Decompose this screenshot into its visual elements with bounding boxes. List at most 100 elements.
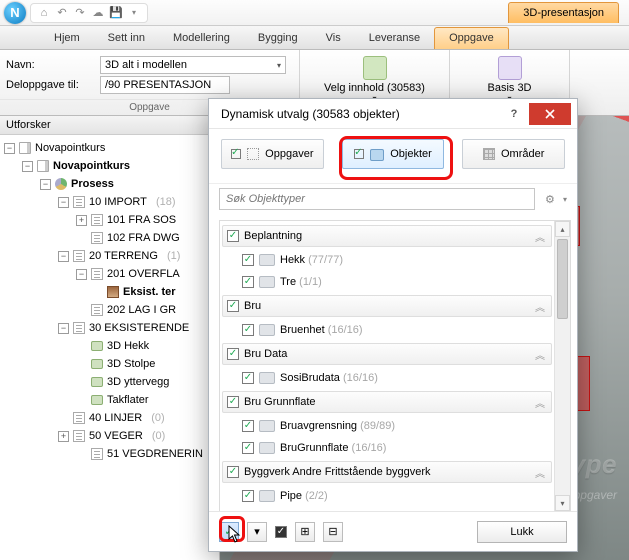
chevron-up-icon[interactable]: ︽: [533, 347, 547, 362]
collapse-icon[interactable]: −: [58, 197, 69, 208]
tab-bygging[interactable]: Bygging: [244, 28, 312, 49]
scroll-up-button[interactable]: ▴: [555, 221, 570, 237]
filled-checkbox[interactable]: ✓: [275, 526, 287, 538]
collapse-icon[interactable]: −: [22, 161, 33, 172]
list-scroll-area[interactable]: ✓ Beplantning ︽ ✓ Hekk (77/77) ✓ Tre (1/…: [220, 221, 554, 511]
checkbox[interactable]: ✓: [242, 324, 254, 336]
checkbox[interactable]: ✓: [242, 276, 254, 288]
chevron-up-icon[interactable]: ︽: [533, 395, 547, 410]
expand-icon[interactable]: +: [76, 215, 87, 226]
tree-20-terreng[interactable]: 20 TERRENG: [89, 247, 158, 265]
subtask-field[interactable]: /90 PRESENTASJON: [100, 76, 230, 94]
checkbox[interactable]: ✓: [227, 300, 239, 312]
tree-202[interactable]: 202 LAG I GR: [107, 301, 176, 319]
chevron-up-icon[interactable]: ︽: [533, 299, 547, 314]
tab-modellering[interactable]: Modellering: [159, 28, 244, 49]
collapse-icon[interactable]: −: [76, 269, 87, 280]
tree-root[interactable]: Novapointkurs: [35, 139, 105, 157]
item-bruenhet[interactable]: ✓ Bruenhet (16/16): [222, 319, 552, 341]
help-button[interactable]: ?: [503, 108, 525, 120]
chevron-up-icon[interactable]: ︽: [533, 465, 547, 480]
expand-icon[interactable]: +: [58, 431, 69, 442]
tab-leveranse[interactable]: Leveranse: [355, 28, 434, 49]
item-tre[interactable]: ✓ Tre (1/1): [222, 271, 552, 293]
tree-3d-yttervegg[interactable]: 3D yttervegg: [107, 373, 169, 391]
tree-30-eksisterende[interactable]: 30 EKSISTERENDE: [89, 319, 189, 337]
collapse-all-button[interactable]: ⊟: [323, 522, 343, 542]
tree-101[interactable]: 101 FRA SOS: [107, 211, 176, 229]
item-brugrunnflate[interactable]: ✓ BruGrunnflate (16/16): [222, 437, 552, 459]
toggle-unknown-button[interactable]: ▾: [247, 522, 267, 542]
chevron-down-icon[interactable]: ▾: [277, 61, 281, 70]
tree-eksist-ter[interactable]: Eksist. ter: [123, 283, 176, 301]
mode-oppgaver-button[interactable]: Oppgaver: [221, 139, 324, 169]
tree-201[interactable]: 201 OVERFLA: [107, 265, 180, 283]
tree-takflater[interactable]: Takflater: [107, 391, 149, 409]
scrollbar-vertical[interactable]: ▴ ▾: [554, 221, 570, 511]
item-pipe[interactable]: ✓ Pipe (2/2): [222, 485, 552, 507]
tree-51-vegdrenerin[interactable]: 51 VEGDRENERIN: [107, 445, 203, 463]
cloud-icon[interactable]: ☁: [91, 6, 105, 20]
gear-icon[interactable]: ⚙: [541, 190, 559, 208]
database-icon: [91, 359, 103, 369]
home-icon[interactable]: ⌂: [37, 6, 51, 20]
tree-50-veger[interactable]: 50 VEGER: [89, 427, 143, 445]
checkbox[interactable]: ✓: [227, 348, 239, 360]
item-hekk[interactable]: ✓ Hekk (77/77): [222, 249, 552, 271]
group-brudata[interactable]: ✓ Bru Data ︽: [222, 343, 552, 365]
app-icon[interactable]: N: [4, 2, 26, 24]
qat-dropdown-icon[interactable]: ▾: [127, 6, 141, 20]
tree-102[interactable]: 102 FRA DWG: [107, 229, 180, 247]
mode-objekter-button[interactable]: Objekter: [342, 139, 445, 169]
group-byggverk[interactable]: ✓ Byggverk Andre Frittstående byggverk ︽: [222, 461, 552, 483]
tree-10-import[interactable]: 10 IMPORT: [89, 193, 147, 211]
item-sosibrudata[interactable]: ✓ SosiBrudata (16/16): [222, 367, 552, 389]
item-label: Tre: [280, 276, 296, 288]
tab-vis[interactable]: Vis: [312, 28, 355, 49]
expand-all-button[interactable]: ⊞: [295, 522, 315, 542]
group-brugrunnflate[interactable]: ✓ Bru Grunnflate ︽: [222, 391, 552, 413]
note-icon: [91, 448, 103, 460]
group-beplantning[interactable]: ✓ Beplantning ︽: [222, 225, 552, 247]
collapse-icon[interactable]: −: [4, 143, 15, 154]
tree-root2[interactable]: Novapointkurs: [53, 157, 130, 175]
collapse-icon[interactable]: −: [58, 251, 69, 262]
close-dialog-button[interactable]: Lukk: [477, 521, 567, 543]
ribbon-tabs: Hjem Sett inn Modellering Bygging Vis Le…: [0, 26, 629, 50]
subtask-value: /90 PRESENTASJON: [105, 79, 211, 91]
checkbox[interactable]: ✓: [242, 420, 254, 432]
scroll-thumb[interactable]: [557, 239, 568, 319]
note-icon: [73, 250, 85, 262]
tree-3d-stolpe[interactable]: 3D Stolpe: [107, 355, 155, 373]
tree-prosess[interactable]: Prosess: [71, 175, 114, 193]
checkbox[interactable]: ✓: [242, 254, 254, 266]
back-icon[interactable]: ↶: [55, 6, 69, 20]
close-button[interactable]: [529, 103, 571, 125]
collapse-icon[interactable]: −: [58, 323, 69, 334]
note-icon: [73, 322, 85, 334]
checkbox[interactable]: ✓: [227, 466, 239, 478]
collapse-icon[interactable]: −: [40, 179, 51, 190]
basis-3d-label: Basis 3D: [487, 82, 531, 94]
checkbox[interactable]: ✓: [242, 372, 254, 384]
tab-hjem[interactable]: Hjem: [40, 28, 94, 49]
checkbox[interactable]: ✓: [242, 442, 254, 454]
tree-40-linjer[interactable]: 40 LINJER: [89, 409, 142, 427]
tree-3d-hekk[interactable]: 3D Hekk: [107, 337, 149, 355]
mode-omrader-button[interactable]: Områder: [462, 139, 565, 169]
checkbox[interactable]: ✓: [227, 230, 239, 242]
item-bruavgrensning[interactable]: ✓ Bruavgrensning (89/89): [222, 415, 552, 437]
scroll-down-button[interactable]: ▾: [555, 495, 570, 511]
search-input[interactable]: [219, 188, 535, 210]
group-bru[interactable]: ✓ Bru ︽: [222, 295, 552, 317]
tab-settinn[interactable]: Sett inn: [94, 28, 159, 49]
chevron-up-icon[interactable]: ︽: [533, 229, 547, 244]
chevron-down-icon[interactable]: ▾: [563, 195, 567, 204]
checkbox[interactable]: ✓: [227, 396, 239, 408]
context-tab-3d[interactable]: 3D-presentasjon: [508, 2, 619, 23]
name-field[interactable]: 3D alt i modellen ▾: [100, 56, 286, 74]
save-icon[interactable]: 💾: [109, 6, 123, 20]
tab-oppgave[interactable]: Oppgave: [434, 27, 509, 49]
checkbox[interactable]: ✓: [242, 490, 254, 502]
forward-icon[interactable]: ↷: [73, 6, 87, 20]
